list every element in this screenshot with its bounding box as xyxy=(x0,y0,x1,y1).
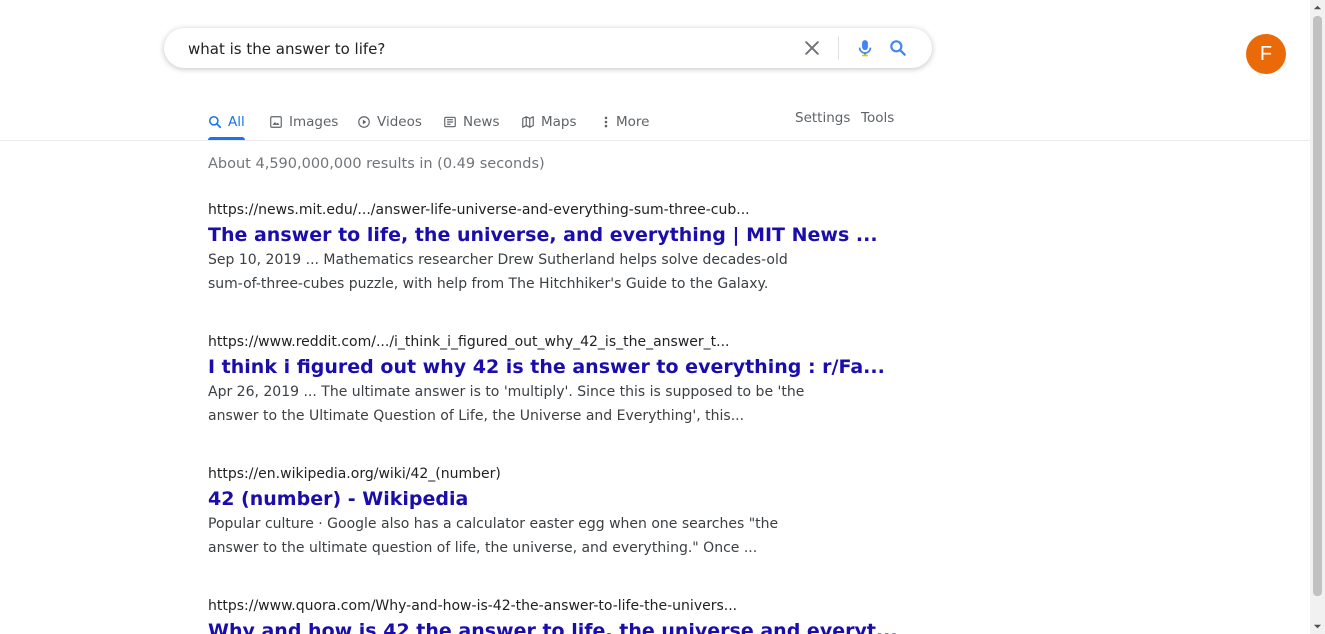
result-snippet: Sep 10, 2019 ... Mathematics researcher … xyxy=(208,252,788,292)
account-avatar[interactable]: F xyxy=(1246,34,1286,74)
result-title-link[interactable]: The answer to life, the universe, and ev… xyxy=(208,222,878,248)
result-title-link[interactable]: I think i figured out why 42 is the answ… xyxy=(208,354,885,380)
search-icon[interactable] xyxy=(888,38,908,58)
settings-link[interactable]: Settings xyxy=(795,110,850,126)
tab-label: Videos xyxy=(377,114,422,130)
more-vert-icon xyxy=(604,116,608,128)
tab-label: Images xyxy=(289,114,339,130)
tools-link[interactable]: Tools xyxy=(861,110,894,126)
image-icon xyxy=(270,116,282,128)
result-url[interactable]: https://en.wikipedia.org/wiki/42_(number… xyxy=(208,464,808,484)
tab-label: More xyxy=(616,114,650,130)
scroll-up-arrow-icon[interactable] xyxy=(1313,3,1322,12)
result-title-link[interactable]: 42 (number) - Wikipedia xyxy=(208,486,808,512)
result-snippet: Apr 26, 2019 ... The ultimate answer is … xyxy=(208,384,805,424)
search-result: https://www.quora.com/Why-and-how-is-42-… xyxy=(208,596,898,634)
play-icon xyxy=(358,116,370,128)
close-icon[interactable] xyxy=(802,38,822,58)
tab-all[interactable]: All xyxy=(208,105,245,140)
tab-label: Maps xyxy=(541,114,577,130)
tab-videos[interactable]: Videos xyxy=(357,105,422,139)
tab-more[interactable]: More xyxy=(602,105,649,139)
search-result: https://news.mit.edu/.../answer-life-uni… xyxy=(208,200,878,296)
vertical-scrollbar[interactable] xyxy=(1310,0,1325,634)
tabs-divider xyxy=(0,140,1310,141)
result-stats: About 4,590,000,000 results in (0.49 sec… xyxy=(208,156,545,172)
result-url[interactable]: https://www.reddit.com/.../i_think_i_fig… xyxy=(208,332,808,352)
result-url[interactable]: https://www.quora.com/Why-and-how-is-42-… xyxy=(208,596,808,616)
search-box[interactable] xyxy=(164,28,932,68)
tab-news[interactable]: News xyxy=(443,105,499,139)
tab-images[interactable]: Images xyxy=(269,105,338,139)
search-input[interactable] xyxy=(188,38,788,60)
result-title-link[interactable]: Why and how is 42 the answer to life, th… xyxy=(208,618,898,634)
search-result: https://en.wikipedia.org/wiki/42_(number… xyxy=(208,464,808,560)
scroll-down-arrow-icon[interactable] xyxy=(1313,622,1322,631)
scrollbar-thumb[interactable] xyxy=(1313,16,1322,596)
news-icon xyxy=(444,116,456,128)
search-results-page: F All Images Videos xyxy=(0,0,1310,634)
search-icon xyxy=(208,115,222,129)
microphone-icon[interactable] xyxy=(855,38,875,58)
map-icon xyxy=(522,116,534,128)
search-result: https://www.reddit.com/.../i_think_i_fig… xyxy=(208,332,885,428)
result-snippet: Popular culture · Google also has a calc… xyxy=(208,516,779,556)
tab-maps[interactable]: Maps xyxy=(521,105,577,139)
tab-label: News xyxy=(463,114,500,130)
result-url[interactable]: https://news.mit.edu/.../answer-life-uni… xyxy=(208,200,808,220)
search-divider xyxy=(838,36,839,60)
tab-label: All xyxy=(228,114,245,130)
